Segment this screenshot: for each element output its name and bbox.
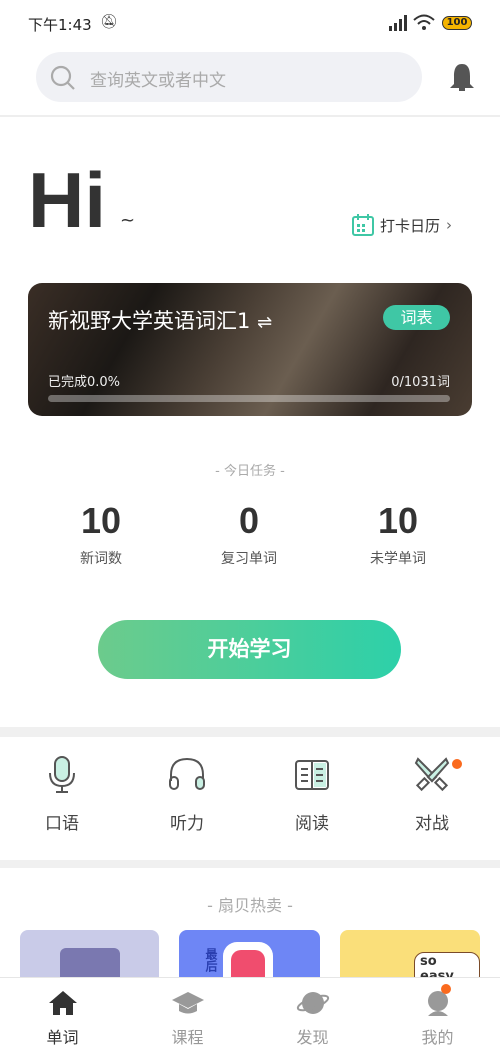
wordbook-card[interactable]: 新视野大学英语词汇1 ⇌ 词表 已完成0.0% 0/1031词	[28, 283, 472, 416]
start-learning-button[interactable]: 开始学习	[98, 620, 401, 679]
nav-courses[interactable]: 课程	[125, 978, 250, 1056]
progress-text: 已完成0.0%	[48, 375, 121, 390]
wordlist-badge[interactable]: 词表	[383, 305, 450, 330]
feature-label: 阅读	[295, 814, 329, 834]
wifi-icon	[413, 14, 435, 30]
section-divider	[0, 860, 500, 868]
feature-reading[interactable]: 阅读	[267, 755, 357, 834]
header-divider	[0, 115, 500, 117]
stat-label: 未学单词	[370, 551, 426, 567]
search-icon	[50, 65, 75, 90]
stat-new-words: 10 新词数	[41, 500, 161, 568]
stat-value: 10	[377, 500, 419, 541]
mute-bell-icon: 🔕︎	[100, 14, 118, 30]
stat-unlearned-words: 10 未学单词	[338, 500, 458, 568]
battle-notification-dot	[452, 759, 462, 769]
product-text: 最后	[204, 948, 218, 972]
greeting-tilde: ~	[120, 210, 136, 231]
greeting-hi: Hi	[28, 156, 106, 244]
feature-label: 对战	[415, 814, 449, 834]
nav-label: 我的	[421, 1028, 454, 1047]
microphone-icon	[49, 756, 75, 793]
nav-label: 发现	[296, 1028, 329, 1047]
status-time: 下午1:43	[28, 16, 92, 34]
book-icon	[295, 760, 329, 790]
feature-listening[interactable]: 听力	[142, 755, 232, 834]
notification-bell-icon[interactable]	[449, 62, 475, 92]
avatar-icon	[427, 991, 448, 1016]
battery-icon: 100	[442, 16, 472, 30]
hot-sale-heading: - 扇贝热卖 -	[207, 896, 293, 915]
nav-words[interactable]: 单词	[0, 978, 125, 1056]
word-count: 0/1031词	[391, 375, 450, 390]
chevron-right-icon: ›	[446, 216, 453, 234]
bottom-nav: 单词 课程 发现 我的	[0, 977, 500, 1056]
feature-label: 口语	[45, 814, 79, 834]
wordbook-title: 新视野大学英语词汇1	[48, 309, 251, 333]
planet-icon	[296, 992, 329, 1014]
stat-label: 新词数	[80, 551, 122, 567]
stat-value: 10	[80, 500, 122, 541]
home-icon	[48, 991, 77, 1015]
stat-value: 0	[238, 500, 260, 541]
switch-icon[interactable]: ⇌	[257, 312, 272, 333]
section-divider	[0, 727, 500, 737]
search-placeholder: 查询英文或者中文	[90, 71, 226, 91]
checkin-calendar-link[interactable]: 打卡日历 ›	[352, 214, 452, 236]
today-task-heading: - 今日任务 -	[215, 464, 285, 479]
wordbook-title-row[interactable]: 新视野大学英语词汇1 ⇌	[48, 305, 272, 335]
progress-bar	[48, 395, 450, 402]
nav-me[interactable]: 我的	[375, 978, 500, 1056]
graduation-cap-icon	[171, 992, 204, 1014]
signal-icon	[389, 15, 407, 31]
status-bar: 下午1:43 🔕︎ 100	[0, 0, 500, 46]
me-notification-dot	[441, 984, 451, 994]
nav-discover[interactable]: 发现	[250, 978, 375, 1056]
feature-label: 听力	[170, 814, 204, 834]
feature-battle[interactable]: 对战	[387, 755, 477, 834]
feature-speaking[interactable]: 口语	[17, 755, 107, 834]
calendar-label: 打卡日历	[380, 216, 441, 235]
nav-label: 单词	[46, 1028, 79, 1047]
stat-label: 复习单词	[221, 551, 277, 567]
swords-icon	[414, 757, 450, 792]
nav-label: 课程	[171, 1028, 204, 1047]
stat-review-words: 0 复习单词	[189, 500, 309, 568]
calendar-icon	[352, 214, 374, 236]
headphones-icon	[169, 757, 205, 790]
search-input[interactable]: 查询英文或者中文	[36, 52, 422, 102]
